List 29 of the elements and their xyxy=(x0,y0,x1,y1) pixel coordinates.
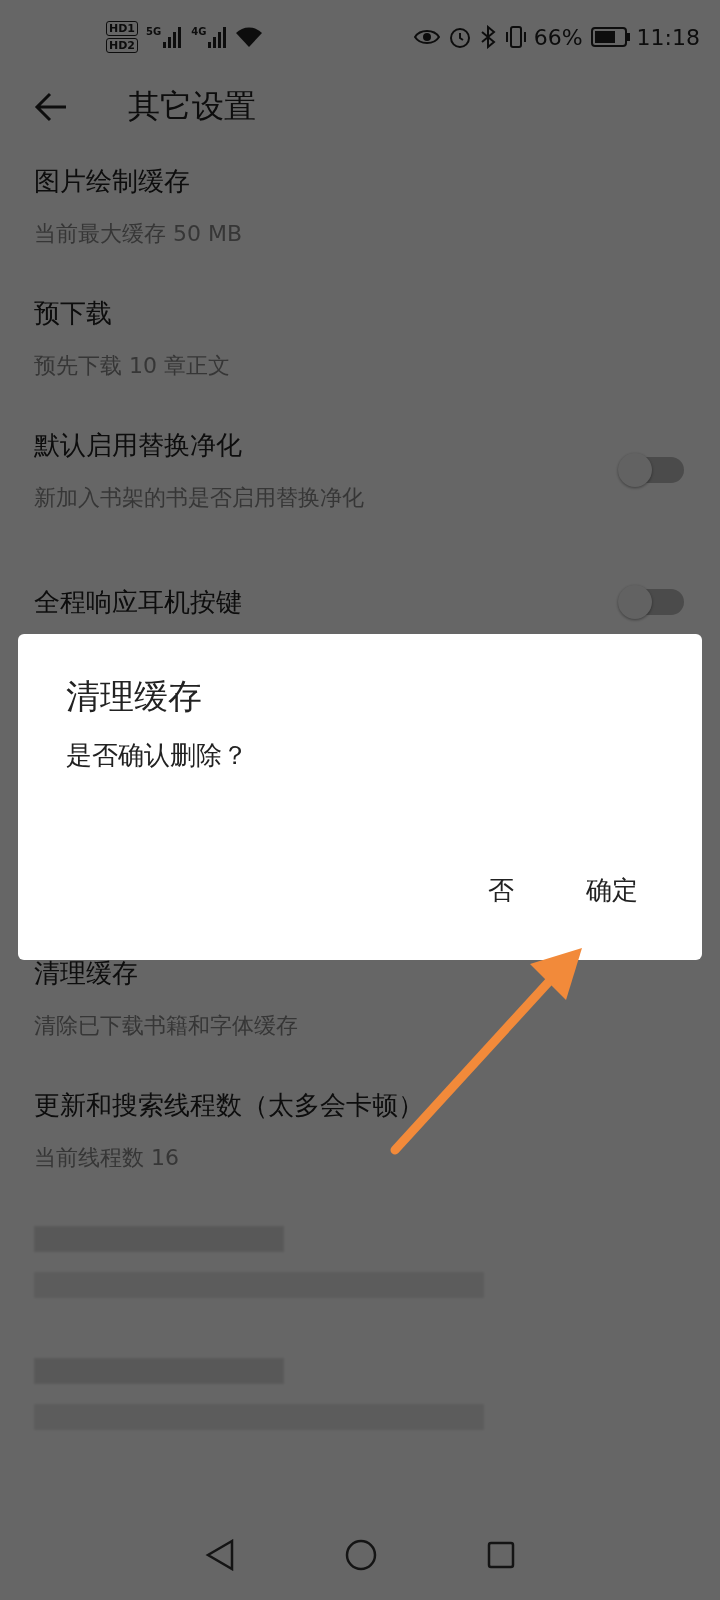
battery-percent: 66% xyxy=(533,24,583,50)
dialog-title: 清理缓存 xyxy=(66,675,203,718)
dialog-button[interactable]: 否 xyxy=(472,861,530,920)
setting-title: 预下载 xyxy=(34,296,113,330)
clock-time: 11:18 xyxy=(636,24,700,50)
setting-title: 图片绘制缓存 xyxy=(34,164,191,198)
recents-nav-icon[interactable] xyxy=(487,1541,515,1569)
page-title: 其它设置 xyxy=(128,86,256,127)
home-nav-icon[interactable] xyxy=(345,1539,377,1571)
setting-title: 清理缓存 xyxy=(34,956,139,990)
network-label: 4G xyxy=(191,26,207,37)
wifi-icon xyxy=(236,27,263,47)
alarm-icon xyxy=(447,25,472,49)
eye-icon xyxy=(413,28,440,46)
vibrate-icon xyxy=(503,25,528,49)
signal-icon xyxy=(208,26,229,48)
network-label: 5G xyxy=(146,26,162,37)
battery-icon xyxy=(590,27,631,47)
setting-title: 默认启用替换净化 xyxy=(34,428,243,462)
dialog-message: 是否确认删除？ xyxy=(66,739,249,772)
dialog-button[interactable]: 确定 xyxy=(570,861,654,920)
setting-title: 全程响应耳机按键 xyxy=(34,585,243,619)
signal-icon xyxy=(163,26,184,48)
setting-title: 更新和搜索线程数（太多会卡顿） xyxy=(34,1088,425,1122)
back-nav-icon[interactable] xyxy=(205,1539,235,1571)
sim-label: HD2 xyxy=(106,38,138,53)
sim-label: HD1 xyxy=(106,21,138,36)
back-icon[interactable] xyxy=(34,92,68,122)
bluetooth-icon xyxy=(479,25,496,49)
